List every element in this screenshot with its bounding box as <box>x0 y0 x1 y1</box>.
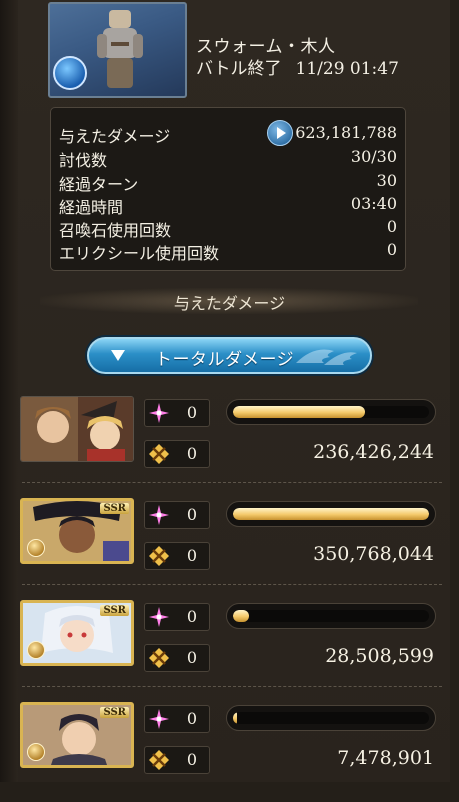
chevron-down-icon <box>111 350 125 361</box>
damage-share-bar <box>226 705 436 731</box>
battle-datetime: 11/29 01:47 <box>295 59 399 79</box>
stat-value: 0 <box>386 240 397 259</box>
ougi-emblem-icon <box>149 750 169 770</box>
damage-share-bar <box>226 501 436 527</box>
stat-label: 経過時間 <box>59 198 124 217</box>
row-divider <box>22 482 442 483</box>
skill-count-value: 0 <box>186 607 197 626</box>
ougi-count-value: 0 <box>186 648 197 667</box>
row-divider <box>22 584 442 585</box>
stat-value: 0 <box>386 217 397 236</box>
character-art <box>21 397 133 461</box>
damage-share-bar <box>226 603 436 629</box>
skill-count: 0 <box>144 705 210 733</box>
skill-count: 0 <box>144 501 210 529</box>
battle-status: バトル終了 11/29 01:47 <box>196 54 399 79</box>
ougi-emblem-icon <box>149 648 169 668</box>
party-member-row: SSR 0 0 28,508,599 <box>18 600 450 700</box>
element-icon <box>27 743 45 761</box>
rarity-badge: SSR <box>100 605 129 616</box>
stat-summon-uses: 召喚石使用回数 0 <box>59 217 397 240</box>
character-portrait[interactable]: SSR <box>20 498 134 564</box>
wing-ornament-icon <box>296 349 357 365</box>
stat-value: 30/30 <box>350 147 397 166</box>
damage-share-fill <box>233 610 249 622</box>
character-portrait[interactable]: SSR <box>20 600 134 666</box>
skill-count: 0 <box>144 399 210 427</box>
party-member-row: SSR 0 0 7,478,901 <box>18 702 450 802</box>
stat-label: 召喚石使用回数 <box>59 221 172 240</box>
character-portrait[interactable] <box>20 396 134 462</box>
stat-elapsed-time: 経過時間 03:40 <box>59 194 397 217</box>
damage-type-dropdown[interactable]: トータルダメージ <box>87 337 372 374</box>
stat-label: エリクシール使用回数 <box>59 244 220 263</box>
battle-stats: 与えたダメージ 623,181,788 討伐数 30/30 経過ターン 30 経… <box>50 107 406 271</box>
skill-sparkle-icon <box>149 505 169 525</box>
character-portrait[interactable]: SSR <box>20 702 134 768</box>
damage-share-fill <box>233 508 429 520</box>
damage-value: 236,426,244 <box>313 441 434 463</box>
boss-portrait <box>48 2 187 98</box>
section-title: 与えたダメージ <box>173 294 286 313</box>
play-icon[interactable] <box>267 120 293 146</box>
stat-total-damage: 与えたダメージ 623,181,788 <box>59 120 397 146</box>
stat-defeats: 討伐数 30/30 <box>59 147 397 170</box>
damage-share-fill <box>233 712 238 724</box>
damage-value: 7,478,901 <box>337 747 434 769</box>
ougi-count: 0 <box>144 746 210 774</box>
ougi-count-value: 0 <box>186 546 197 565</box>
party-member-row: 0 0 236,426,244 <box>18 396 450 496</box>
stat-label: 討伐数 <box>59 151 108 170</box>
ougi-emblem-icon <box>149 546 169 566</box>
party-member-row: SSR 0 0 350,768,044 <box>18 498 450 598</box>
ougi-emblem-icon <box>149 444 169 464</box>
stat-turns: 経過ターン 30 <box>59 171 397 194</box>
skill-sparkle-icon <box>149 607 169 627</box>
damage-share-bar <box>226 399 436 425</box>
row-divider <box>22 686 442 687</box>
ougi-count-value: 0 <box>186 750 197 769</box>
stat-value: 03:40 <box>350 194 397 213</box>
rarity-badge: SSR <box>100 503 129 514</box>
skill-sparkle-icon <box>149 709 169 729</box>
stat-elixir-uses: エリクシール使用回数 0 <box>59 240 397 263</box>
skill-count-value: 0 <box>186 403 197 422</box>
skill-count: 0 <box>144 603 210 631</box>
damage-share-fill <box>233 406 366 418</box>
training-dummy-image <box>97 10 143 88</box>
skill-count-value: 0 <box>186 709 197 728</box>
rarity-badge: SSR <box>100 707 129 718</box>
water-element-icon <box>53 56 87 90</box>
left-edge <box>0 0 18 782</box>
stat-label: 与えたダメージ <box>59 127 171 146</box>
dropdown-selected-label: トータルダメージ <box>155 350 295 370</box>
damage-value: 350,768,044 <box>313 543 434 565</box>
ougi-count: 0 <box>144 542 210 570</box>
stat-label: 経過ターン <box>59 175 139 194</box>
element-icon <box>27 539 45 557</box>
stat-value: 623,181,788 <box>295 123 397 142</box>
damage-value: 28,508,599 <box>325 645 434 667</box>
skill-sparkle-icon <box>149 403 169 423</box>
ougi-count: 0 <box>144 440 210 468</box>
stat-value: 30 <box>376 171 397 190</box>
ougi-count: 0 <box>144 644 210 672</box>
element-icon <box>27 641 45 659</box>
battle-status-label: バトル終了 <box>196 59 282 79</box>
ougi-count-value: 0 <box>186 444 197 463</box>
skill-count-value: 0 <box>186 505 197 524</box>
